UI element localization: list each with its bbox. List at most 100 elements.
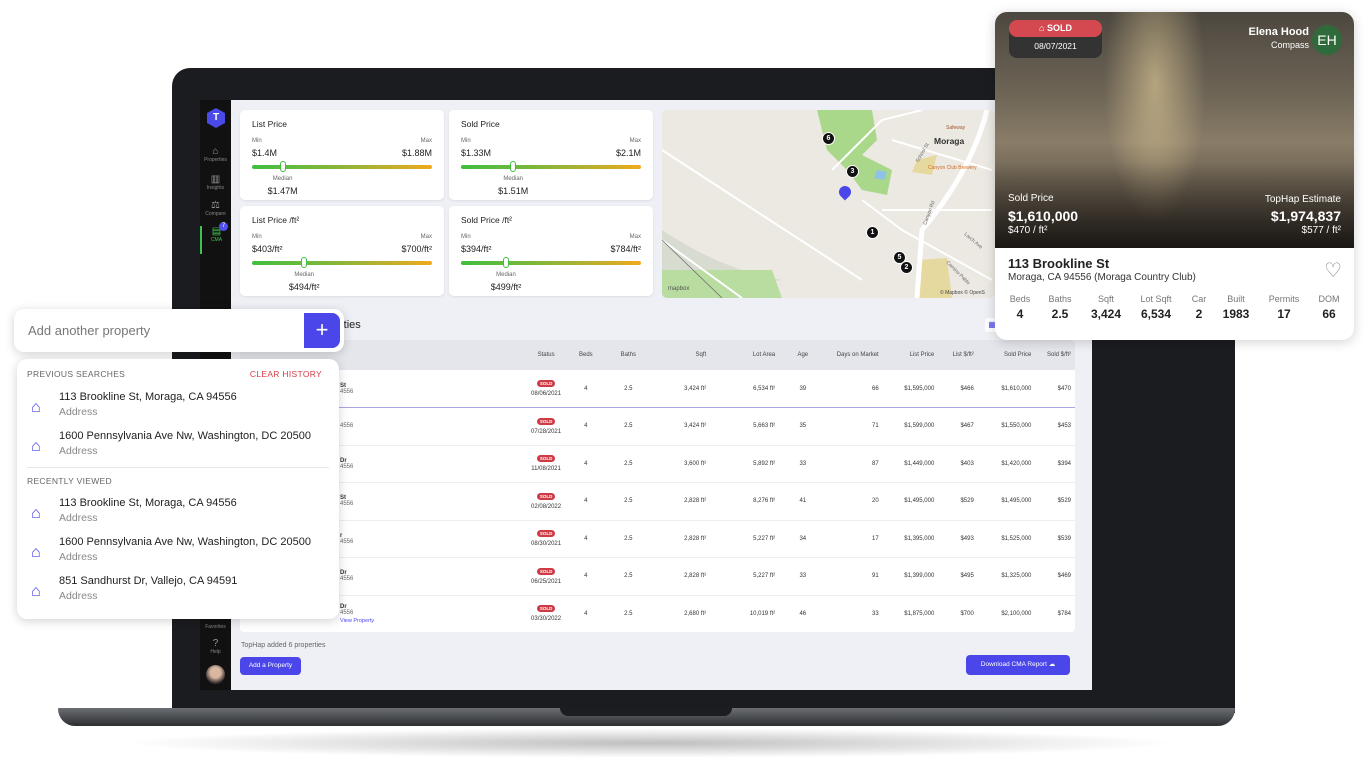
dom-cell: 33	[872, 610, 879, 617]
beds-cell: 4	[584, 385, 588, 392]
sold-cell: $2,100,000	[1001, 610, 1032, 617]
map[interactable]: Moraga Safeway Canyon Club Brewery Schoo…	[662, 110, 995, 298]
max-label: Max	[629, 234, 641, 240]
spec-value: 66	[1322, 307, 1336, 321]
median-marker	[510, 161, 517, 172]
sqft-cell: 3,600 ft²	[684, 460, 707, 467]
baths-cell: 2.5	[624, 423, 633, 430]
lot-cell: 6,534 ft²	[753, 385, 776, 392]
status-date: 03/30/2022	[531, 616, 562, 623]
status-cell: SOLD 08/30/2021	[526, 520, 566, 558]
column-header[interactable]: Sold Price	[978, 340, 1036, 370]
age-cell: 34	[799, 535, 807, 542]
column-header[interactable]: Sold $/ft²	[1035, 340, 1075, 370]
status-cell: SOLD 06/25/2021	[526, 558, 566, 596]
sold-date-badge: ⌂ SOLD 08/07/2021	[1009, 20, 1102, 58]
laptop-shadow	[120, 728, 1180, 758]
address-line1[interactable]: r	[340, 533, 522, 539]
address-line1[interactable]: Dr	[340, 458, 522, 464]
age-cell: 33	[799, 460, 807, 467]
property-card[interactable]: ⌂ SOLD 08/07/2021 Elena Hood Compass EH …	[995, 12, 1354, 340]
table-row[interactable]: Dr 4556 SOLD 11/08/2021 4 2.5 3,600 ft² 5,892 f…	[240, 445, 1075, 483]
recently-viewed-heading: RECENTLY VIEWED	[27, 476, 112, 486]
table-row[interactable]: Dr 4556 View Property SOLD 03/30/2022 4 2.5 2,6…	[240, 595, 1075, 632]
sqft-cell: 3,424 ft²	[684, 423, 707, 430]
address-line2: 4556	[340, 423, 354, 430]
cloud-download-icon: ☁	[1048, 661, 1056, 668]
column-header[interactable]: Days on Market	[826, 340, 882, 370]
add-button[interactable]: +	[304, 313, 340, 348]
map-marker[interactable]: 2	[900, 261, 913, 274]
spec-value: 2.5	[1051, 307, 1069, 321]
result-address: 113 Brookline St, Moraga, CA 94556	[59, 497, 237, 509]
column-header[interactable]: Age	[779, 340, 826, 370]
map-marker[interactable]: 3	[846, 165, 859, 178]
map-marker[interactable]: 6	[822, 132, 835, 145]
house-icon: ⌂	[31, 544, 41, 561]
soldft-cell: $539	[1057, 535, 1071, 542]
sidebar-item-help[interactable]: ? Help	[200, 638, 231, 655]
median-label: Median	[272, 176, 293, 182]
column-header[interactable]: Sqft	[651, 340, 710, 370]
search-result-item[interactable]: ⌂ 113 Brookline St, Moraga, CA 94556 Addre…	[27, 497, 327, 531]
address-line1[interactable]: St	[340, 383, 522, 389]
favorite-heart-icon[interactable]: ♡	[1324, 258, 1342, 283]
map-attribution[interactable]: © Mapbox © OpenS	[940, 290, 985, 296]
sold-badge: SOLD	[536, 380, 556, 387]
address-line1[interactable]: Dr	[340, 604, 522, 610]
min-label: Min	[461, 138, 471, 144]
download-cma-report-button[interactable]: Download CMA Report ☁	[966, 655, 1070, 675]
sidebar-item-insights[interactable]: ▥ Insights	[200, 174, 231, 191]
add-property-button[interactable]: Add a Property	[240, 657, 301, 675]
search-result-item[interactable]: ⌂ 1600 Pennsylvania Ave Nw, Washington, D…	[27, 536, 327, 570]
clear-history-button[interactable]: CLEAR HISTORY	[250, 369, 322, 379]
column-header[interactable]: Status	[526, 340, 566, 370]
spec-item: Permits 17	[1259, 294, 1309, 321]
median-label: Median	[503, 176, 524, 182]
map-marker[interactable]: 1	[866, 226, 879, 239]
search-result-item[interactable]: ⌂ 851 Sandhurst Dr, Vallejo, CA 94591 Addr…	[27, 575, 327, 609]
sidebar-item-favorites[interactable]: Favorites	[200, 624, 231, 630]
range-bar	[461, 261, 641, 265]
tophap-logo[interactable]: T	[207, 108, 225, 128]
address-line1[interactable]: Dr	[340, 570, 522, 576]
user-avatar[interactable]	[206, 665, 225, 684]
search-result-item[interactable]: ⌂ 1600 Pennsylvania Ave Nw, Washington, D…	[27, 430, 327, 464]
baths-cell: 2.5	[624, 610, 633, 617]
median-value: $499/ft²	[490, 282, 522, 292]
table-row[interactable]: St 4556 SOLD 08/06/2021 4 2.5 3,424 ft² 6,534 f…	[240, 370, 1075, 408]
sidebar-item-cma[interactable]: ▤ CMA 7	[200, 222, 231, 254]
view-property-link[interactable]: View Property	[340, 618, 522, 624]
median-label: Median	[294, 272, 315, 278]
column-header[interactable]: Lot Area	[710, 340, 779, 370]
table-row[interactable]: Dr 4556 SOLD 06/25/2021 4 2.5 2,828 ft² 5,227 f…	[240, 558, 1075, 596]
sold-cell: $1,495,000	[1001, 498, 1032, 505]
table-row[interactable]: r 4556 SOLD 08/30/2021 4 2.5 2,828 ft² 5,227 ft…	[240, 520, 1075, 558]
add-property-input[interactable]	[18, 313, 308, 348]
soldft-cell: $470	[1057, 385, 1071, 392]
add-property-search: +	[14, 309, 344, 352]
stat-card: Sold Price Min Max $1.33M $2.1M Median $1…	[449, 110, 653, 200]
column-header[interactable]: List $/ft²	[938, 340, 978, 370]
min-label: Min	[252, 234, 262, 240]
spec-label: Sqft	[1097, 294, 1114, 304]
status-date: 08/30/2021	[531, 541, 562, 548]
column-header[interactable]: Baths	[606, 340, 651, 370]
sidebar-item-compare[interactable]: ⚖ Compare	[200, 200, 231, 217]
agent-avatar[interactable]: EH	[1312, 25, 1342, 55]
estimate-label: TopHap Estimate	[1264, 194, 1341, 205]
column-header[interactable]: List Price	[883, 340, 939, 370]
column-header[interactable]: Beds	[566, 340, 606, 370]
address-line2: 4556	[340, 388, 354, 395]
sold-price-label: Sold Price	[1008, 193, 1054, 204]
table-row[interactable]: St 4556 SOLD 02/08/2022 4 2.5 2,828 ft² 8,276 f…	[240, 483, 1075, 520]
sidebar-item-properties[interactable]: ⌂ Properties	[200, 146, 231, 163]
property-street[interactable]: 113 Brookline St	[1008, 256, 1109, 271]
address-line1[interactable]: St	[340, 495, 522, 501]
sqft-cell: 3,424 ft²	[684, 385, 707, 392]
range-bar	[252, 261, 432, 265]
search-result-item[interactable]: ⌂ 113 Brookline St, Moraga, CA 94556 Addre…	[27, 391, 327, 425]
min-value: $1.4M	[252, 148, 278, 158]
table-row[interactable]: 4556 SOLD 07/28/2021 4 2.5 3,424 ft² 5,663 ft²…	[240, 408, 1075, 445]
sold-badge: SOLD	[536, 455, 556, 463]
